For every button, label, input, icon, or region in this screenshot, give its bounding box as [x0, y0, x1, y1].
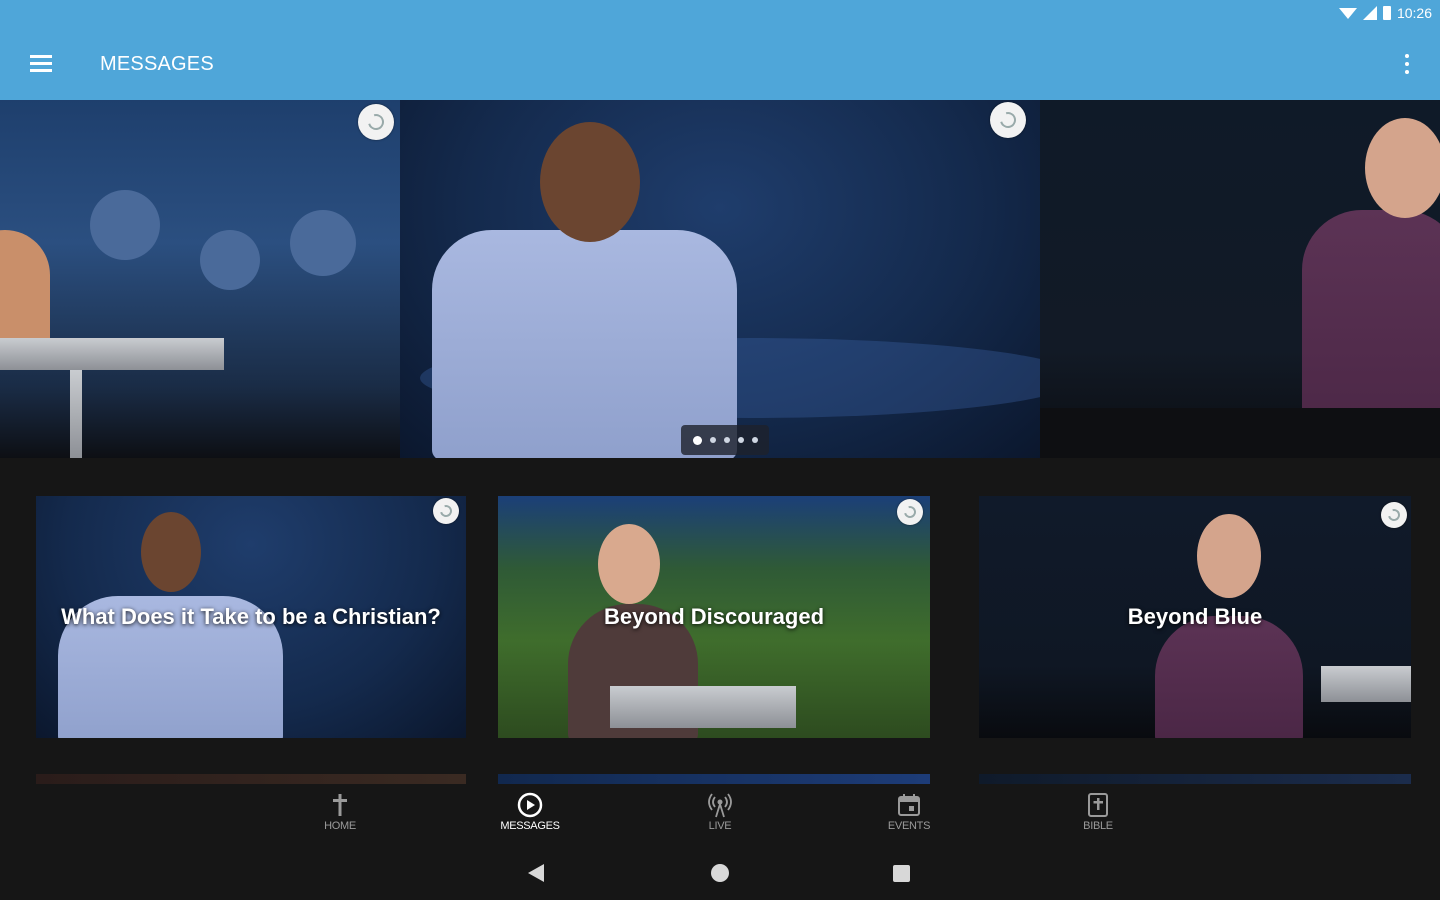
speaker-face-image [540, 122, 640, 242]
nav-label: LIVE [708, 820, 732, 832]
wifi-icon [1338, 7, 1357, 19]
message-card[interactable]: What Does it Take to be a Christian? [36, 496, 466, 738]
broadcast-icon [675, 792, 765, 818]
battery-icon [1382, 6, 1391, 20]
grace-logo-icon [433, 498, 459, 524]
grace-logo-icon [358, 104, 394, 140]
message-card-partial[interactable] [979, 774, 1411, 784]
back-button[interactable] [528, 864, 544, 882]
play-circle-icon [485, 792, 575, 818]
speaker-face-image [1365, 118, 1440, 218]
carousel-slide-previous[interactable] [0, 100, 400, 458]
speaker-image [1155, 616, 1303, 738]
slide-background-graphic [979, 498, 992, 589]
cross-icon [295, 792, 385, 818]
grace-logo-icon [897, 499, 923, 525]
message-card[interactable]: Beyond Blue [979, 496, 1411, 738]
signal-icon [1362, 6, 1377, 20]
slide-background-graphic [30, 100, 45, 140]
page-title: MESSAGES [100, 53, 214, 75]
calendar-icon [864, 792, 954, 818]
message-card-partial[interactable] [36, 774, 466, 784]
card-title: Beyond Discouraged [603, 604, 825, 629]
page-dot [751, 437, 758, 443]
status-icons: 10:26 [1338, 5, 1432, 21]
hamburger-menu-icon[interactable] [30, 55, 52, 73]
nav-item-live[interactable]: LIVE [675, 792, 765, 832]
nav-item-messages[interactable]: MESSAGES [485, 792, 575, 832]
hero-carousel[interactable] [0, 100, 1440, 458]
recent-apps-button[interactable] [893, 865, 910, 882]
message-card-partial[interactable] [498, 774, 930, 784]
carousel-slide-current[interactable] [400, 100, 1040, 458]
page-dot [723, 437, 730, 443]
podium-image [0, 338, 224, 370]
nav-label: MESSAGES [500, 820, 560, 832]
card-title: What Does it Take to be a Christian? [61, 604, 441, 629]
grace-logo-icon [990, 102, 1026, 138]
page-dot-active [692, 435, 702, 445]
carousel-page-indicator [681, 425, 769, 455]
app-bar: MESSAGES [0, 30, 1440, 100]
slide-background-graphic [498, 498, 512, 597]
carousel-slide-next[interactable] [1040, 100, 1440, 458]
status-bar: 10:26 [0, 0, 1440, 30]
message-card[interactable]: Beyond Discouraged [498, 496, 930, 738]
slide-background-graphic [1042, 110, 1072, 246]
grace-logo-icon [1381, 502, 1407, 528]
nav-item-home[interactable]: HOME [295, 792, 385, 832]
card-title: Beyond Blue [1127, 604, 1263, 629]
page-dot [709, 437, 716, 443]
system-navigation-bar [0, 846, 1440, 900]
bible-icon [1053, 792, 1143, 818]
nav-item-bible[interactable]: BIBLE [1053, 792, 1143, 832]
speaker-shirt-image [432, 230, 737, 458]
home-button[interactable] [711, 864, 729, 882]
nav-item-events[interactable]: EVENTS [864, 792, 954, 832]
nav-label: BIBLE [1083, 820, 1113, 832]
bottom-navigation: HOME MESSAGES LIVE EVENTS BIBLE [0, 784, 1440, 844]
nav-label: HOME [324, 820, 356, 832]
page-dot [737, 437, 744, 443]
nav-label: EVENTS [887, 820, 931, 832]
overflow-menu-icon[interactable] [1402, 52, 1412, 76]
status-time: 10:26 [1396, 5, 1432, 21]
